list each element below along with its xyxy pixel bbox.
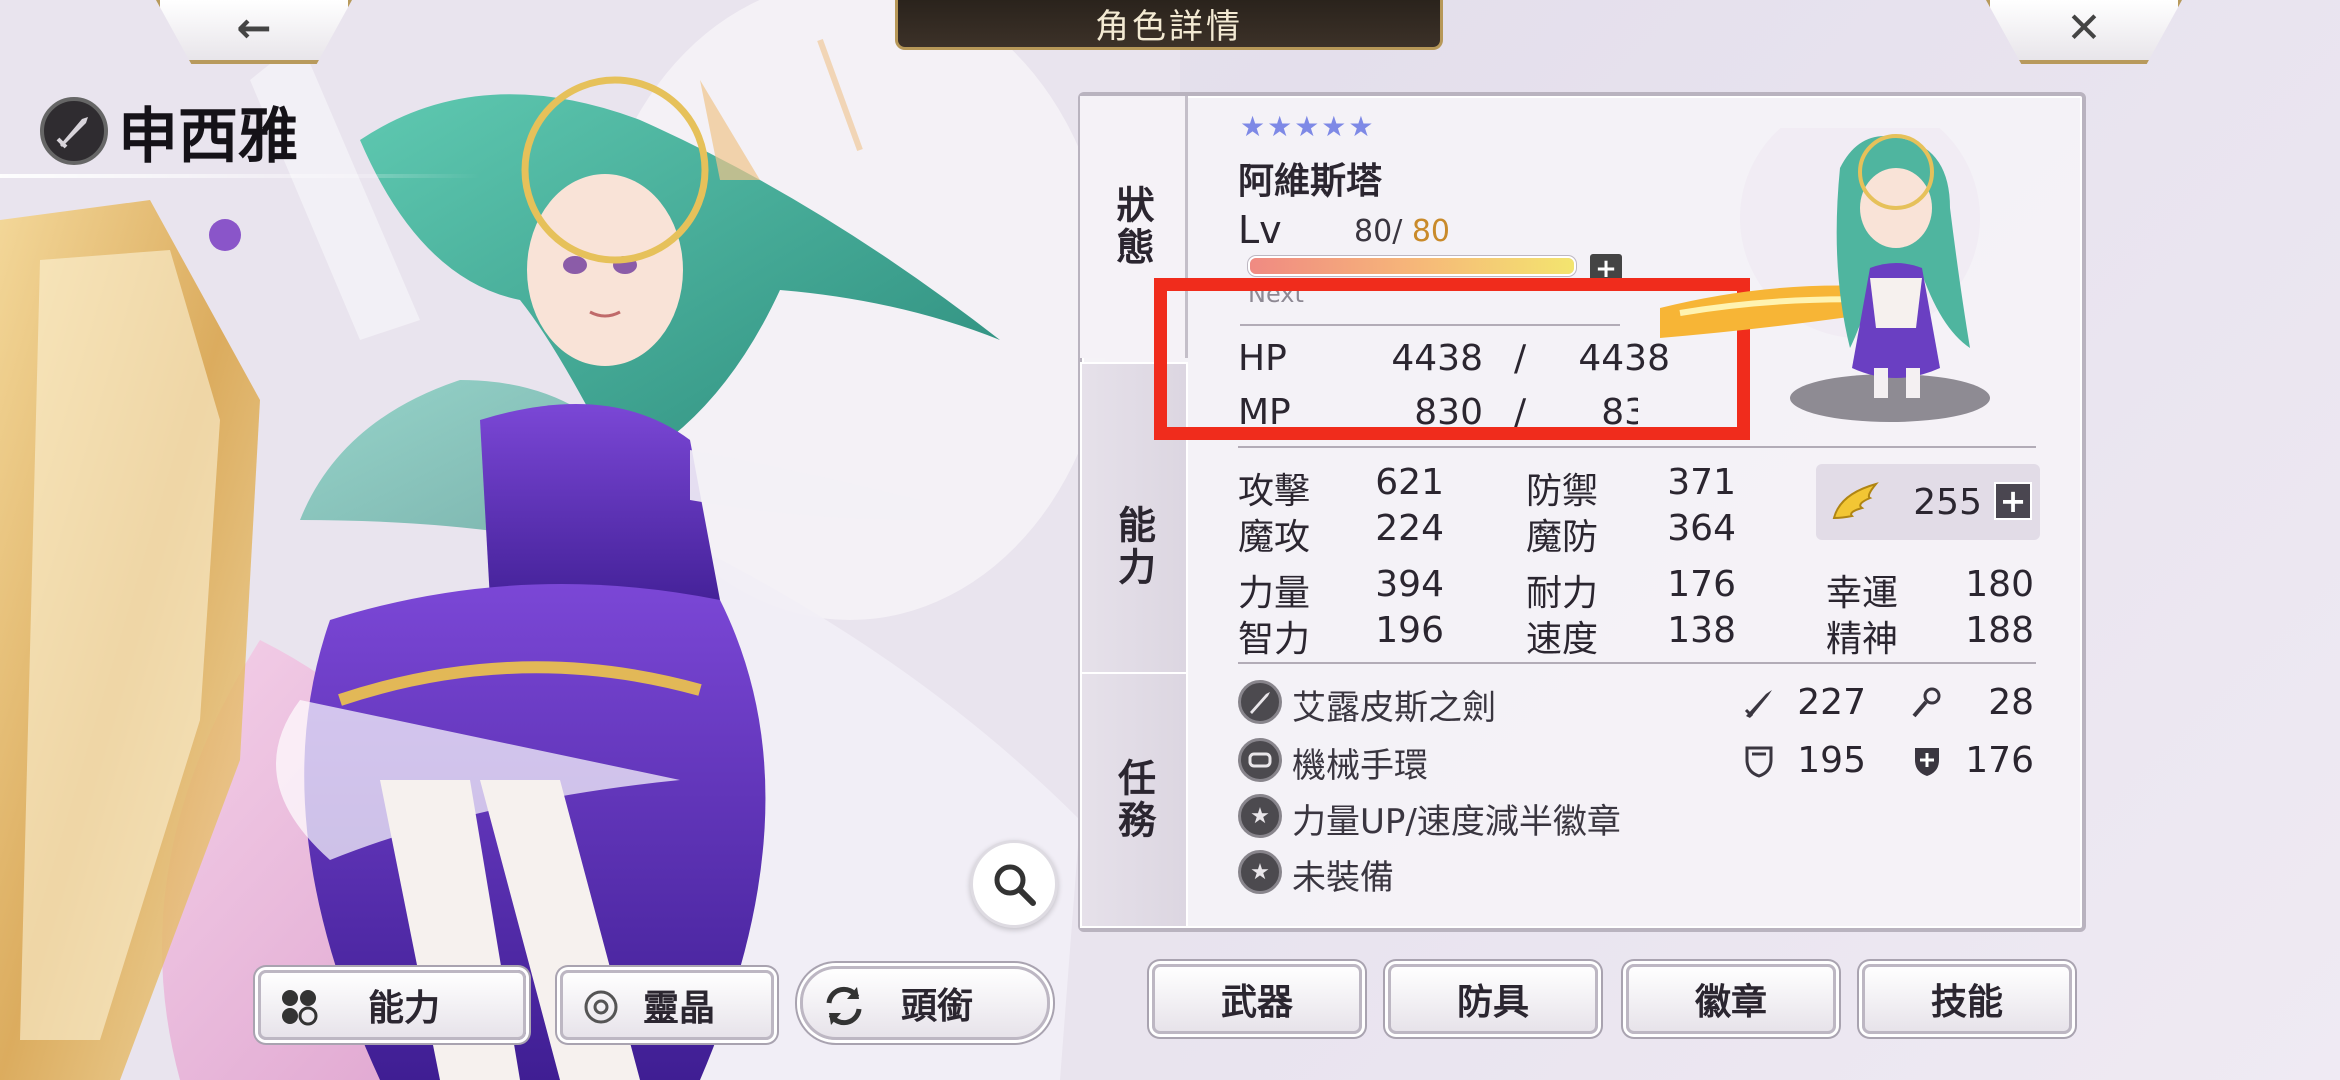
wing-icon (1832, 482, 1879, 520)
magic-attack-icon (1912, 687, 1941, 718)
bracelet-icon (1238, 738, 1282, 782)
attack-icon (1744, 690, 1772, 718)
stat-endurance-value: 176 (1667, 564, 1736, 605)
tab-quest-label: 任務 (1111, 758, 1157, 842)
close-icon: ✕ (2066, 2, 2102, 52)
badge-button[interactable]: 徽章 (1626, 964, 1836, 1034)
sword-icon (1238, 680, 1282, 724)
armor-button[interactable]: 防具 (1388, 964, 1598, 1034)
wing-points-value: 255 (1913, 482, 1982, 523)
stat-magic-attack-value: 224 (1375, 508, 1444, 549)
stat-speed-label: 速度 (1526, 619, 1599, 660)
skill-button-label: 技能 (1930, 981, 2003, 1023)
ability-button-label: 能力 (367, 987, 440, 1029)
defense-icon (1745, 746, 1773, 778)
sword-icon (40, 97, 108, 165)
equip-weapon-name[interactable]: 艾露皮斯之劍 (1292, 680, 1496, 729)
stat-luck-value: 180 (1965, 564, 2034, 605)
stat-strength-label: 力量 (1238, 573, 1311, 614)
title-button-label: 頭銜 (900, 985, 973, 1027)
stat-magic-defense-value: 364 (1667, 508, 1736, 549)
xp-bar (1248, 256, 1576, 276)
equip-armor-name[interactable]: 機械手環 (1292, 738, 1428, 787)
level-label: Lv (1238, 208, 1282, 252)
weapon-button[interactable]: 武器 (1152, 964, 1362, 1034)
character-title: 阿維斯塔 (1238, 161, 1383, 202)
stat-luck-label: 幸運 (1826, 573, 1899, 614)
equip-badge-name[interactable]: 力量UP/速度減半徽章 (1292, 794, 1621, 843)
badge-star-icon: ★ (1238, 794, 1282, 838)
wing-add-button[interactable]: + (1994, 482, 2032, 520)
badge-button-label: 徽章 (1694, 981, 1767, 1023)
page-title: 角色詳情 (895, 0, 1443, 50)
stat-speed-value: 138 (1667, 610, 1736, 651)
side-tabs: 狀態 能力 任務 (1080, 96, 1188, 928)
ability-icon (282, 990, 318, 1026)
title-button[interactable]: 頭銜 (800, 966, 1050, 1040)
stat-magic-attack-label: 魔攻 (1238, 517, 1311, 558)
stat-strength-value: 394 (1375, 564, 1444, 605)
stat-intelligence-label: 智力 (1238, 619, 1311, 660)
divider (1238, 662, 2036, 664)
badge-star-icon: ★ (1238, 850, 1282, 894)
zoom-button[interactable] (970, 840, 1058, 928)
equip-magic-defense-value: 176 (1965, 740, 2034, 781)
stat-attack-value: 621 (1375, 462, 1444, 503)
stat-defense-label: 防禦 (1526, 471, 1599, 512)
tab-quest[interactable]: 任務 (1080, 672, 1188, 928)
name-divider (0, 174, 480, 178)
equip-defense-value: 195 (1797, 740, 1866, 781)
back-arrow-icon: ← (236, 2, 272, 52)
refresh-icon (826, 986, 862, 1026)
stat-defense-value: 371 (1667, 462, 1736, 503)
spirit-crystal-button[interactable]: 靈晶 (560, 970, 774, 1040)
stat-intelligence-value: 196 (1375, 610, 1444, 651)
stat-spirit-value: 188 (1965, 610, 2034, 651)
crystal-icon (584, 990, 618, 1024)
rarity-stars: ★★★★★ (1240, 110, 1376, 143)
tab-ability-label: 能力 (1111, 505, 1157, 589)
equip-attack-value: 227 (1797, 682, 1866, 723)
stat-magic-defense-label: 魔防 (1526, 517, 1599, 558)
armor-button-label: 防具 (1456, 981, 1529, 1023)
ability-button[interactable]: 能力 (258, 970, 526, 1040)
level-value: 80/ 80 (1354, 214, 1450, 249)
spirit-crystal-button-label: 靈晶 (642, 987, 715, 1029)
stat-spirit-label: 精神 (1826, 619, 1899, 660)
stat-attack-label: 攻擊 (1238, 471, 1311, 512)
close-button[interactable]: ✕ (1986, 0, 2182, 64)
xp-bar-fill (1250, 258, 1574, 274)
weapon-button-label: 武器 (1220, 981, 1293, 1023)
character-sprite (1660, 128, 1990, 422)
character-name-plate: 申西雅 (40, 92, 298, 172)
stat-endurance-label: 耐力 (1526, 573, 1599, 614)
magnifier-icon (994, 864, 1036, 906)
level-current: 80 (1354, 214, 1393, 249)
skill-button[interactable]: 技能 (1862, 964, 2072, 1034)
divider (1238, 446, 2036, 448)
character-name: 申西雅 (118, 101, 298, 172)
equip-skill-name[interactable]: 未裝備 (1292, 850, 1394, 899)
equip-magic-attack-value: 28 (1988, 682, 2034, 723)
level-slash: / (1392, 214, 1403, 249)
level-max: 80 (1411, 214, 1451, 249)
magic-defense-icon (1915, 748, 1939, 776)
tab-status-label: 狀態 (1110, 185, 1155, 269)
